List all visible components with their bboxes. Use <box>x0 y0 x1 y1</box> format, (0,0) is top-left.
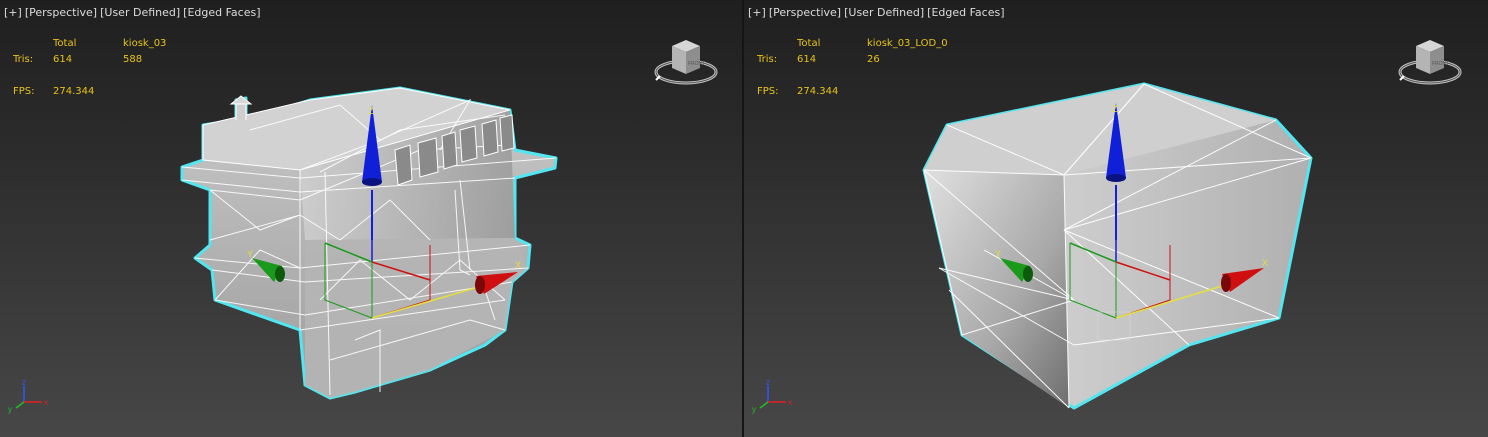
viewcube[interactable]: FRONT <box>652 34 720 90</box>
viewport-layout: [+] [Perspective] [User Defined] [Edged … <box>0 0 1488 437</box>
gizmo-z-label: Z <box>1112 104 1118 114</box>
kiosk-mesh-view[interactable]: Z X Y <box>0 0 742 437</box>
tripod-x-label: x <box>44 398 48 407</box>
viewcube-front-label: FRONT <box>688 61 705 67</box>
world-axis-tripod: z x y <box>752 378 792 414</box>
gizmo-x-label: X <box>515 260 521 270</box>
viewcube[interactable]: FRONT <box>1396 34 1464 90</box>
lod-mesh-view[interactable]: Z X Y <box>744 0 1488 437</box>
tripod-z-label: z <box>766 378 770 387</box>
gizmo-x-label: X <box>1262 258 1268 268</box>
gizmo-y-label: Y <box>995 249 1001 259</box>
viewport-right[interactable]: [+] [Perspective] [User Defined] [Edged … <box>744 0 1488 437</box>
tripod-z-label: z <box>22 378 26 387</box>
tripod-y-label: y <box>752 405 756 414</box>
gizmo-y-label: Y <box>247 249 253 259</box>
viewport-left[interactable]: [+] [Perspective] [User Defined] [Edged … <box>0 0 742 437</box>
gizmo-z-label: Z <box>368 106 374 116</box>
world-axis-tripod: z x y <box>8 378 48 414</box>
tripod-x-label: x <box>788 398 792 407</box>
viewcube-front-label: FRONT <box>1432 61 1449 67</box>
tripod-y-label: y <box>8 405 12 414</box>
